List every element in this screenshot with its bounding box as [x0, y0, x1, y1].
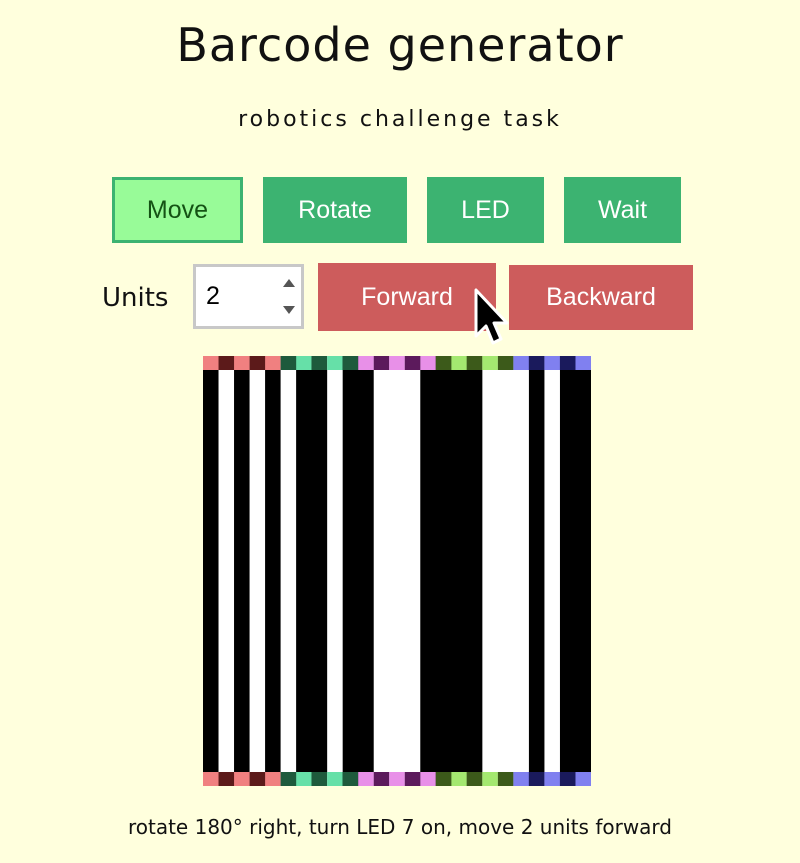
- page-subtitle: robotics challenge task: [238, 107, 562, 132]
- barcode-marker-top: [420, 356, 437, 370]
- chevron-up-icon: [283, 279, 295, 287]
- barcode-bar-white: [280, 356, 297, 786]
- barcode-bar-black: [559, 356, 577, 786]
- barcode-bar-black: [342, 356, 359, 786]
- barcode-marker-bottom: [327, 772, 344, 786]
- barcode-bar-black: [420, 356, 437, 786]
- page-title: Barcode generator: [176, 18, 624, 72]
- barcode-bar-black: [358, 356, 375, 786]
- barcode-marker-top: [528, 356, 546, 370]
- barcode-marker-bottom: [435, 772, 452, 786]
- barcode-bar-white: [249, 356, 266, 786]
- barcode-marker-top: [280, 356, 297, 370]
- barcode-marker-bottom: [420, 772, 437, 786]
- barcode-marker-bottom: [342, 772, 359, 786]
- wait-button[interactable]: Wait: [564, 177, 681, 243]
- barcode-marker-bottom: [497, 772, 514, 786]
- barcode-marker-top: [544, 356, 561, 370]
- barcode-marker-top: [203, 356, 220, 370]
- barcode-marker-bottom: [296, 772, 313, 786]
- barcode-marker-top: [234, 356, 251, 370]
- forward-button[interactable]: Forward: [318, 263, 496, 331]
- backward-button[interactable]: Backward: [509, 265, 693, 330]
- barcode-marker-bottom: [203, 772, 220, 786]
- command-description: rotate 180° right, turn LED 7 on, move 2…: [127, 815, 673, 839]
- barcode-marker-top: [311, 356, 328, 370]
- barcode-marker-bottom: [513, 772, 530, 786]
- barcode-marker-bottom: [528, 772, 546, 786]
- barcode-marker-top: [497, 356, 514, 370]
- barcode-marker-bottom: [280, 772, 297, 786]
- barcode-bar-black: [528, 356, 546, 786]
- decrement-button[interactable]: [279, 297, 299, 323]
- barcode-bar-white: [389, 356, 406, 786]
- barcode-marker-bottom: [482, 772, 499, 786]
- barcode-bar-black: [296, 356, 313, 786]
- chevron-down-icon: [283, 306, 295, 314]
- barcode-marker-bottom: [249, 772, 266, 786]
- barcode-marker-top: [389, 356, 406, 370]
- barcode-bar-white: [404, 356, 421, 786]
- barcode-marker-top: [296, 356, 313, 370]
- barcode-bar-black: [311, 356, 328, 786]
- barcode-marker-top: [435, 356, 452, 370]
- barcode-bar-white: [513, 356, 530, 786]
- barcode-bar-black: [203, 356, 220, 786]
- barcode-marker-bottom: [311, 772, 328, 786]
- units-stepper: [193, 264, 304, 329]
- barcode-bar-white: [373, 356, 390, 786]
- barcode-marker-top: [575, 356, 591, 370]
- barcode-marker-top: [373, 356, 390, 370]
- move-button[interactable]: Move: [112, 177, 243, 243]
- barcode-marker-top: [265, 356, 282, 370]
- led-button[interactable]: LED: [427, 177, 544, 243]
- barcode-marker-top: [342, 356, 359, 370]
- barcode-marker-bottom: [265, 772, 282, 786]
- barcode-bar-white: [327, 356, 344, 786]
- barcode-bar-black: [451, 356, 468, 786]
- barcode-marker-top: [513, 356, 530, 370]
- barcode-marker-bottom: [404, 772, 421, 786]
- increment-button[interactable]: [279, 270, 299, 296]
- barcode-marker-bottom: [358, 772, 375, 786]
- barcode-bar-white: [544, 356, 561, 786]
- barcode-marker-bottom: [559, 772, 577, 786]
- units-input[interactable]: [196, 267, 276, 326]
- barcode-bar-black: [234, 356, 251, 786]
- barcode-marker-top: [482, 356, 499, 370]
- rotate-button[interactable]: Rotate: [263, 177, 407, 243]
- barcode-marker-top: [218, 356, 235, 370]
- barcode-bar-black: [466, 356, 483, 786]
- barcode-marker-bottom: [234, 772, 251, 786]
- barcode-marker-top: [249, 356, 266, 370]
- barcode-marker-bottom: [389, 772, 406, 786]
- barcode-marker-bottom: [544, 772, 561, 786]
- barcode-bar-white: [497, 356, 514, 786]
- barcode-marker-bottom: [373, 772, 390, 786]
- barcode-marker-top: [358, 356, 375, 370]
- barcode-marker-top: [404, 356, 421, 370]
- barcode-bar-black: [575, 356, 591, 786]
- barcode-marker-top: [559, 356, 577, 370]
- barcode-bar-black: [435, 356, 452, 786]
- barcode-marker-top: [451, 356, 468, 370]
- barcode-marker-bottom: [451, 772, 468, 786]
- barcode-marker-top: [327, 356, 344, 370]
- barcode-marker-bottom: [575, 772, 591, 786]
- barcode-image: [203, 356, 591, 786]
- barcode-bar-white: [482, 356, 499, 786]
- barcode-marker-bottom: [466, 772, 483, 786]
- barcode-bar-black: [265, 356, 282, 786]
- barcode-marker-top: [466, 356, 483, 370]
- barcode-marker-bottom: [218, 772, 235, 786]
- units-label: Units: [102, 283, 169, 313]
- barcode-bar-white: [218, 356, 235, 786]
